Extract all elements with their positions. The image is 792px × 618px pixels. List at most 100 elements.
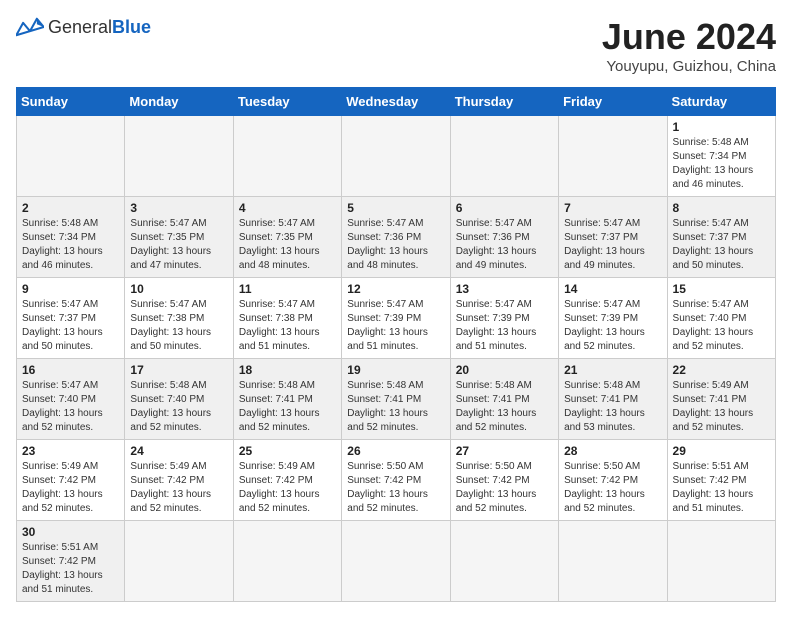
calendar-day-cell: 19 Sunrise: 5:48 AM Sunset: 7:41 PM Dayli… [342, 359, 450, 440]
day-number: 27 [456, 444, 553, 458]
calendar-day-cell: 2 Sunrise: 5:48 AM Sunset: 7:34 PM Daylig… [17, 197, 125, 278]
calendar-week-row: 30Sunrise: 5:51 AM Sunset: 7:42 PM Dayli… [17, 521, 776, 602]
day-info: Sunrise: 5:49 AM Sunset: 7:41 PM Dayligh… [673, 379, 770, 435]
day-number: 7 [564, 201, 661, 215]
day-number: 18 [239, 363, 336, 377]
calendar-day-cell [125, 116, 233, 197]
day-info: Sunrise: 5:47 AM Sunset: 7:40 PM Dayligh… [22, 379, 119, 435]
calendar-day-cell: 1Sunrise: 5:48 AM Sunset: 7:34 PM Daylig… [667, 116, 775, 197]
day-info: Sunrise: 5:48 AM Sunset: 7:41 PM Dayligh… [239, 379, 336, 435]
calendar-day-cell: 27 Sunrise: 5:50 AM Sunset: 7:42 PM Dayli… [450, 440, 558, 521]
day-info: Sunrise: 5:48 AM Sunset: 7:40 PM Dayligh… [130, 379, 227, 435]
weekday-header-thursday: Thursday [450, 88, 558, 116]
title-block: June 2024 Youyupu, Guizhou, China [602, 16, 776, 75]
calendar-table: SundayMondayTuesdayWednesdayThursdayFrid… [16, 87, 776, 602]
day-number: 11 [239, 282, 336, 296]
day-number: 24 [130, 444, 227, 458]
day-info: Sunrise: 5:51 AM Sunset: 7:42 PM Dayligh… [673, 460, 770, 516]
weekday-header-row: SundayMondayTuesdayWednesdayThursdayFrid… [17, 88, 776, 116]
calendar-day-cell: 14Sunrise: 5:47 AM Sunset: 7:39 PM Dayli… [559, 278, 667, 359]
calendar-day-cell: 15Sunrise: 5:47 AM Sunset: 7:40 PM Dayli… [667, 278, 775, 359]
day-number: 1 [673, 120, 770, 134]
day-info: Sunrise: 5:49 AM Sunset: 7:42 PM Dayligh… [239, 460, 336, 516]
day-info: Sunrise: 5:47 AM Sunset: 7:38 PM Dayligh… [239, 298, 336, 354]
calendar-day-cell: 30Sunrise: 5:51 AM Sunset: 7:42 PM Dayli… [17, 521, 125, 602]
logo: GeneralBlue [16, 16, 151, 38]
day-info: Sunrise: 5:48 AM Sunset: 7:34 PM Dayligh… [22, 217, 119, 273]
day-info: Sunrise: 5:51 AM Sunset: 7:42 PM Dayligh… [22, 541, 119, 597]
day-number: 29 [673, 444, 770, 458]
calendar-day-cell: 25Sunrise: 5:49 AM Sunset: 7:42 PM Dayli… [233, 440, 341, 521]
weekday-header-wednesday: Wednesday [342, 88, 450, 116]
day-info: Sunrise: 5:48 AM Sunset: 7:41 PM Dayligh… [564, 379, 661, 435]
day-info: Sunrise: 5:47 AM Sunset: 7:35 PM Dayligh… [239, 217, 336, 273]
day-info: Sunrise: 5:50 AM Sunset: 7:42 PM Dayligh… [456, 460, 553, 516]
calendar-day-cell: 11 Sunrise: 5:47 AM Sunset: 7:38 PM Dayli… [233, 278, 341, 359]
calendar-day-cell: 3 Sunrise: 5:47 AM Sunset: 7:35 PM Daylig… [125, 197, 233, 278]
day-number: 5 [347, 201, 444, 215]
day-number: 19 [347, 363, 444, 377]
calendar-day-cell: 23Sunrise: 5:49 AM Sunset: 7:42 PM Dayli… [17, 440, 125, 521]
day-info: Sunrise: 5:47 AM Sunset: 7:37 PM Dayligh… [22, 298, 119, 354]
calendar-day-cell: 17 Sunrise: 5:48 AM Sunset: 7:40 PM Dayli… [125, 359, 233, 440]
day-number: 2 [22, 201, 119, 215]
calendar-day-cell: 8 Sunrise: 5:47 AM Sunset: 7:37 PM Daylig… [667, 197, 775, 278]
day-info: Sunrise: 5:50 AM Sunset: 7:42 PM Dayligh… [347, 460, 444, 516]
day-info: Sunrise: 5:48 AM Sunset: 7:41 PM Dayligh… [456, 379, 553, 435]
weekday-header-tuesday: Tuesday [233, 88, 341, 116]
day-number: 15 [673, 282, 770, 296]
day-info: Sunrise: 5:47 AM Sunset: 7:36 PM Dayligh… [347, 217, 444, 273]
calendar-day-cell [450, 116, 558, 197]
calendar-day-cell: 7 Sunrise: 5:47 AM Sunset: 7:37 PM Daylig… [559, 197, 667, 278]
page-header: GeneralBlue June 2024 Youyupu, Guizhou, … [16, 16, 776, 75]
calendar-day-cell [667, 521, 775, 602]
day-number: 14 [564, 282, 661, 296]
day-number: 13 [456, 282, 553, 296]
calendar-day-cell: 5 Sunrise: 5:47 AM Sunset: 7:36 PM Daylig… [342, 197, 450, 278]
calendar-day-cell: 13 Sunrise: 5:47 AM Sunset: 7:39 PM Dayli… [450, 278, 558, 359]
day-info: Sunrise: 5:47 AM Sunset: 7:37 PM Dayligh… [673, 217, 770, 273]
calendar-day-cell: 12Sunrise: 5:47 AM Sunset: 7:39 PM Dayli… [342, 278, 450, 359]
calendar-day-cell: 26 Sunrise: 5:50 AM Sunset: 7:42 PM Dayli… [342, 440, 450, 521]
weekday-header-sunday: Sunday [17, 88, 125, 116]
calendar-day-cell: 9 Sunrise: 5:47 AM Sunset: 7:37 PM Daylig… [17, 278, 125, 359]
calendar-day-cell: 18 Sunrise: 5:48 AM Sunset: 7:41 PM Dayli… [233, 359, 341, 440]
calendar-day-cell: 29 Sunrise: 5:51 AM Sunset: 7:42 PM Dayli… [667, 440, 775, 521]
calendar-week-row: 16Sunrise: 5:47 AM Sunset: 7:40 PM Dayli… [17, 359, 776, 440]
day-number: 21 [564, 363, 661, 377]
day-number: 6 [456, 201, 553, 215]
calendar-day-cell [233, 521, 341, 602]
day-number: 10 [130, 282, 227, 296]
month-title: June 2024 [602, 16, 776, 58]
day-number: 17 [130, 363, 227, 377]
day-number: 28 [564, 444, 661, 458]
day-number: 26 [347, 444, 444, 458]
calendar-day-cell: 28Sunrise: 5:50 AM Sunset: 7:42 PM Dayli… [559, 440, 667, 521]
day-info: Sunrise: 5:47 AM Sunset: 7:39 PM Dayligh… [456, 298, 553, 354]
calendar-day-cell [125, 521, 233, 602]
calendar-day-cell [559, 116, 667, 197]
calendar-day-cell [450, 521, 558, 602]
day-number: 9 [22, 282, 119, 296]
day-info: Sunrise: 5:47 AM Sunset: 7:37 PM Dayligh… [564, 217, 661, 273]
day-info: Sunrise: 5:47 AM Sunset: 7:35 PM Dayligh… [130, 217, 227, 273]
day-info: Sunrise: 5:48 AM Sunset: 7:41 PM Dayligh… [347, 379, 444, 435]
day-info: Sunrise: 5:47 AM Sunset: 7:38 PM Dayligh… [130, 298, 227, 354]
calendar-day-cell: 10 Sunrise: 5:47 AM Sunset: 7:38 PM Dayli… [125, 278, 233, 359]
day-info: Sunrise: 5:47 AM Sunset: 7:36 PM Dayligh… [456, 217, 553, 273]
day-number: 20 [456, 363, 553, 377]
weekday-header-monday: Monday [125, 88, 233, 116]
day-info: Sunrise: 5:47 AM Sunset: 7:39 PM Dayligh… [347, 298, 444, 354]
day-number: 23 [22, 444, 119, 458]
calendar-week-row: 1Sunrise: 5:48 AM Sunset: 7:34 PM Daylig… [17, 116, 776, 197]
weekday-header-saturday: Saturday [667, 88, 775, 116]
logo-bird-icon [16, 16, 44, 38]
day-number: 3 [130, 201, 227, 215]
calendar-day-cell [233, 116, 341, 197]
calendar-day-cell: 20 Sunrise: 5:48 AM Sunset: 7:41 PM Dayli… [450, 359, 558, 440]
logo-text: GeneralBlue [48, 17, 151, 38]
calendar-week-row: 23 Sunrise: 5:49 AM Sunset: 7:42 PM Dayli… [17, 440, 776, 521]
day-number: 8 [673, 201, 770, 215]
calendar-day-cell: 4Sunrise: 5:47 AM Sunset: 7:35 PM Daylig… [233, 197, 341, 278]
calendar-day-cell: 24Sunrise: 5:49 AM Sunset: 7:42 PM Dayli… [125, 440, 233, 521]
